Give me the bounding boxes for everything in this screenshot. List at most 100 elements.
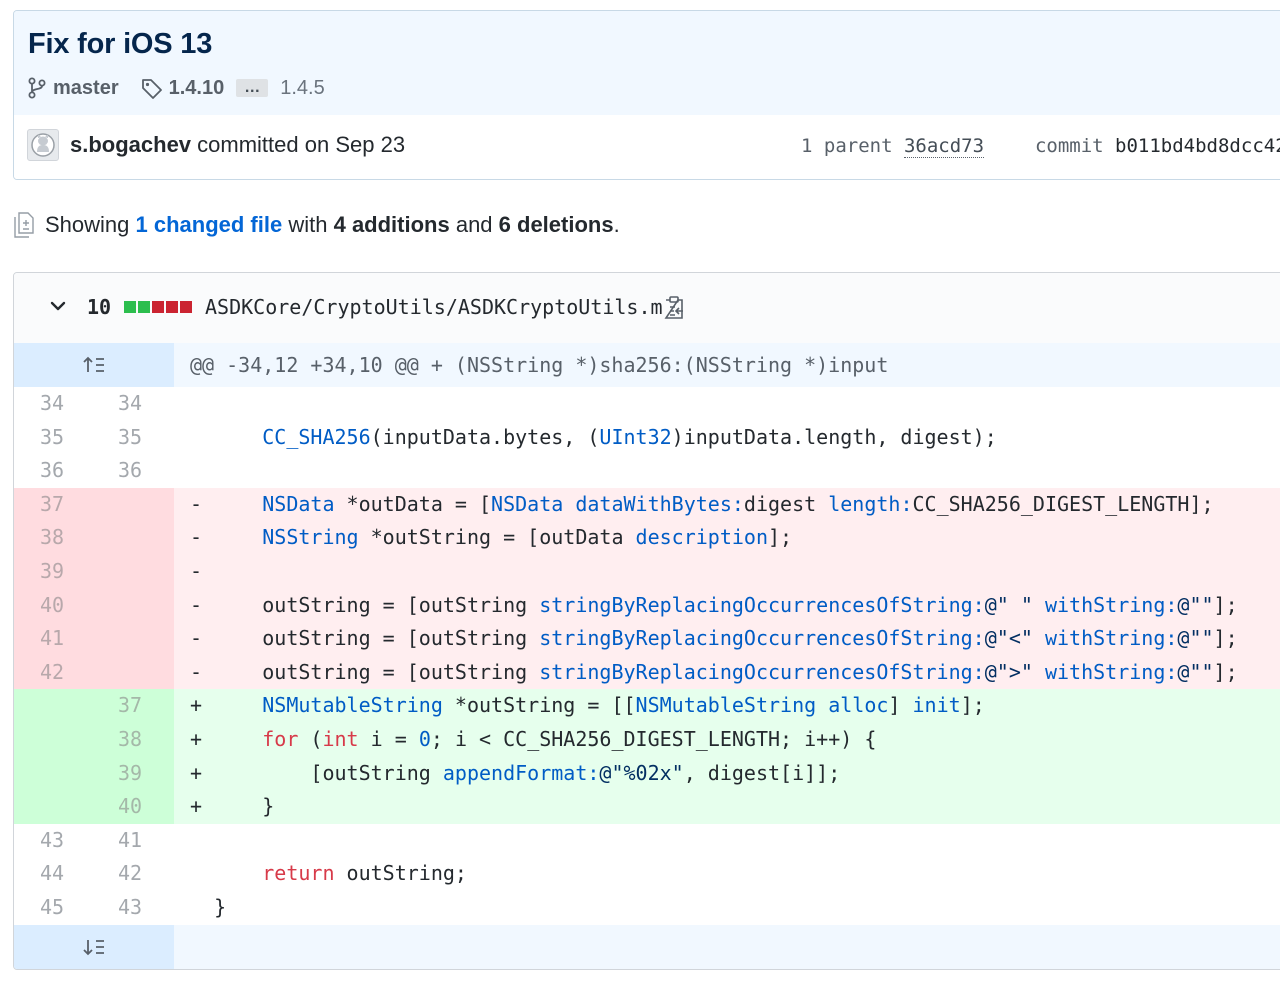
diff-line: 35 35 CC_SHA256(inputData.bytes, (UInt32… bbox=[14, 421, 1280, 455]
unfold-down-icon bbox=[83, 939, 104, 955]
expand-down-button[interactable] bbox=[14, 924, 174, 969]
old-line-number[interactable]: 36 bbox=[14, 454, 94, 488]
diff-line-deletion: 42 - outString = [outString stringByRepl… bbox=[14, 655, 1280, 690]
new-line-number[interactable]: 41 bbox=[94, 824, 174, 858]
diff-line-count: 10 bbox=[87, 295, 112, 319]
showing-text: Showing bbox=[45, 212, 136, 237]
github-octocat-icon bbox=[31, 133, 55, 157]
new-line-number[interactable] bbox=[94, 622, 174, 656]
code-line: - outString = [outString stringByReplaci… bbox=[190, 659, 1238, 684]
new-line-number[interactable]: 38 bbox=[94, 722, 174, 757]
code-line: + NSMutableString *outString = [[NSMutab… bbox=[190, 693, 985, 718]
code-line: CC_SHA256(inputData.bytes, (UInt32)input… bbox=[262, 424, 997, 449]
code-line: - bbox=[190, 558, 203, 583]
tag-icon bbox=[141, 79, 162, 99]
old-line-number[interactable] bbox=[14, 722, 94, 757]
unfold-icon bbox=[83, 356, 104, 372]
diff-line-addition: 37 + NSMutableString *outString = [[NSMu… bbox=[14, 689, 1280, 723]
author-line: s.bogachev committed on Sep 23 bbox=[70, 132, 405, 158]
parent-sha-link[interactable]: 36acd73 bbox=[903, 135, 985, 158]
diffstat-block bbox=[180, 301, 192, 313]
chevron-down-icon[interactable] bbox=[49, 297, 67, 315]
code-line: return outString; bbox=[262, 861, 467, 886]
git-branch-icon bbox=[28, 77, 46, 99]
author-link[interactable]: s.bogachev bbox=[70, 132, 191, 157]
commit-box: Fix for iOS 13 master 1.4.10 … 1.4.5 s.b… bbox=[13, 10, 1280, 180]
old-line-number[interactable]: 39 bbox=[14, 554, 94, 589]
new-line-number[interactable] bbox=[94, 554, 174, 589]
code-line: + for (int i = 0; i < CC_SHA256_DIGEST_L… bbox=[190, 726, 877, 751]
new-line-number[interactable] bbox=[94, 588, 174, 623]
old-line-number[interactable]: 38 bbox=[14, 521, 94, 555]
new-line-number[interactable]: 36 bbox=[94, 454, 174, 488]
new-line-number[interactable]: 40 bbox=[94, 790, 174, 824]
code-line: } bbox=[214, 894, 227, 919]
old-line-number[interactable]: 45 bbox=[14, 891, 94, 925]
copy-path-icon[interactable] bbox=[662, 295, 686, 321]
tag-link[interactable]: 1.4.10 bbox=[169, 77, 225, 100]
old-line-number[interactable]: 37 bbox=[14, 487, 94, 522]
old-line-number[interactable] bbox=[14, 790, 94, 824]
old-line-number[interactable] bbox=[14, 689, 94, 723]
commit-label: commit bbox=[1034, 135, 1104, 157]
deletions-count: 6 deletions bbox=[498, 212, 614, 237]
file-path[interactable]: ASDKCore/CryptoUtils/ASDKCryptoUtils.m bbox=[205, 295, 663, 319]
diff-line: 44 42 return outString; bbox=[14, 857, 1280, 891]
diff-line-addition: 40 + } bbox=[14, 790, 1280, 824]
old-line-number[interactable]: 44 bbox=[14, 857, 94, 891]
new-line-number[interactable]: 34 bbox=[94, 387, 174, 421]
commit-sha: b011bd4bd8dcc42e bbox=[1115, 135, 1280, 157]
diff-line-deletion: 39 - bbox=[14, 554, 1280, 589]
code-line: + } bbox=[190, 794, 275, 819]
file-diff: 10 ASDKCore/CryptoUtils/ASDKCryptoUtils.… bbox=[13, 272, 1280, 970]
diff-line-addition: 38 + for (int i = 0; i < CC_SHA256_DIGES… bbox=[14, 722, 1280, 757]
code-line: + [outString appendFormat:@"%02x", diges… bbox=[190, 760, 841, 785]
new-line-number[interactable]: 37 bbox=[94, 689, 174, 723]
diffstat-block bbox=[124, 301, 136, 313]
code-line: - outString = [outString stringByReplaci… bbox=[190, 626, 1238, 651]
new-line-number[interactable]: 42 bbox=[94, 857, 174, 891]
parent-info: 1 parent 36acd73 commit b011bd4bd8dcc42e bbox=[801, 135, 1280, 158]
new-line-number[interactable] bbox=[94, 655, 174, 690]
tag-link-secondary[interactable]: 1.4.5 bbox=[280, 77, 324, 100]
file-header: 10 ASDKCore/CryptoUtils/ASDKCryptoUtils.… bbox=[14, 273, 1280, 344]
diff-line-deletion: 38 - NSString *outString = [outData desc… bbox=[14, 521, 1280, 555]
commit-header: Fix for iOS 13 master 1.4.10 … 1.4.5 bbox=[14, 11, 1280, 116]
old-line-number[interactable]: 42 bbox=[14, 655, 94, 690]
old-line-number[interactable]: 43 bbox=[14, 824, 94, 858]
expand-tags-button[interactable]: … bbox=[236, 79, 269, 97]
old-line-number[interactable]: 34 bbox=[14, 387, 94, 421]
parent-label: 1 parent bbox=[801, 135, 893, 157]
diff-line-addition: 39 + [outString appendFormat:@"%02x", di… bbox=[14, 756, 1280, 791]
old-line-number[interactable]: 40 bbox=[14, 588, 94, 623]
new-line-number[interactable] bbox=[94, 521, 174, 555]
diff-line-deletion: 41 - outString = [outString stringByRepl… bbox=[14, 622, 1280, 656]
expand-up-button[interactable] bbox=[14, 343, 174, 387]
code-line: - NSData *outData = [NSData dataWithByte… bbox=[190, 491, 1214, 516]
commit-meta: s.bogachev committed on Sep 23 1 parent … bbox=[14, 115, 1280, 179]
diff-line: 45 43 } bbox=[14, 891, 1280, 925]
new-line-number[interactable]: 39 bbox=[94, 756, 174, 791]
new-line-number[interactable] bbox=[94, 487, 174, 522]
file-diff-icon bbox=[14, 212, 34, 238]
diffstat-block bbox=[138, 301, 150, 313]
branch-row: master 1.4.10 … 1.4.5 bbox=[27, 75, 325, 101]
diff-line: 34 34 bbox=[14, 387, 1280, 421]
old-line-number[interactable]: 35 bbox=[14, 421, 94, 455]
changed-files-link[interactable]: 1 changed file bbox=[136, 212, 283, 238]
old-line-number[interactable] bbox=[14, 756, 94, 791]
diff-line-deletion: 40 - outString = [outString stringByRepl… bbox=[14, 588, 1280, 623]
diffstat-block bbox=[152, 301, 164, 313]
branch-link[interactable]: master bbox=[53, 77, 119, 100]
old-line-number[interactable]: 41 bbox=[14, 622, 94, 656]
new-line-number[interactable]: 35 bbox=[94, 421, 174, 455]
avatar[interactable] bbox=[27, 129, 59, 161]
new-line-number[interactable]: 43 bbox=[94, 891, 174, 925]
code-line: - NSString *outString = [outData descrip… bbox=[190, 525, 793, 550]
diff-summary: Showing 1 changed file with 4 additions … bbox=[13, 209, 620, 241]
and-text: and bbox=[449, 212, 499, 237]
period-text: . bbox=[613, 212, 620, 237]
commit-title: Fix for iOS 13 bbox=[28, 28, 213, 60]
